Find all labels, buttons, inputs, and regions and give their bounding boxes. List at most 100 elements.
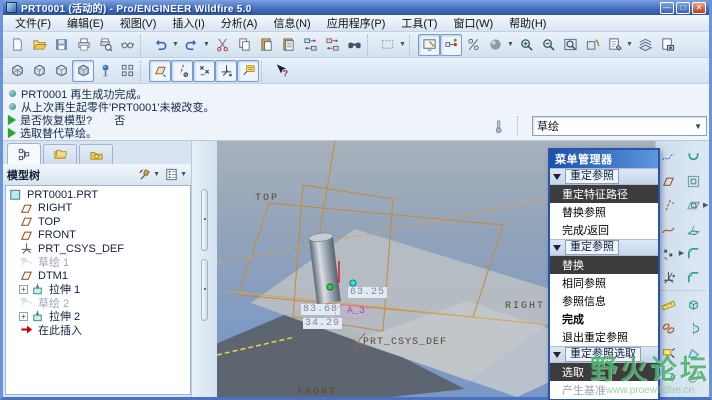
wrap-tool-button[interactable]	[683, 194, 703, 216]
csys-toggle-button[interactable]	[215, 60, 237, 82]
view-manager-button[interactable]	[603, 34, 625, 56]
datum-point-toggle-button[interactable]	[193, 60, 215, 82]
curve-tool-button[interactable]	[659, 218, 679, 240]
context-help-button[interactable]: ?	[270, 60, 292, 82]
link-tool-button[interactable]	[659, 317, 679, 339]
tree-item-front[interactable]: FRONT	[8, 229, 190, 243]
menu-manager-item[interactable]: 退出重定参照	[550, 328, 658, 346]
mode-dropdown[interactable]: 草绘 ▼	[532, 116, 707, 136]
menu-item-0[interactable]: 文件(F)	[7, 14, 59, 32]
shaded-button[interactable]	[72, 60, 94, 82]
refit-button[interactable]	[559, 34, 581, 56]
chevron-down-icon[interactable]: ▼	[506, 41, 515, 48]
menu-manager-item[interactable]: 完成/返回	[550, 221, 658, 239]
tree-item-dtm1[interactable]: DTM1	[8, 269, 190, 283]
view-list-button[interactable]	[656, 34, 678, 56]
menu-manager-item[interactable]: 替换参照	[550, 203, 658, 221]
round-tool-button[interactable]	[684, 242, 704, 264]
favorites-tab[interactable]	[79, 144, 113, 164]
menu-manager-item[interactable]: 选取	[550, 363, 658, 381]
maximize-button[interactable]: □	[676, 2, 690, 14]
chevron-down-icon[interactable]: ▼	[398, 41, 407, 48]
undo-button[interactable]	[149, 34, 171, 56]
menu-item-5[interactable]: 信息(N)	[265, 14, 318, 32]
hole-tool-button[interactable]	[684, 146, 704, 168]
menu-section-header-2[interactable]: 重定参照选取	[550, 346, 658, 363]
open-button[interactable]	[28, 34, 50, 56]
utilities-button[interactable]	[462, 34, 484, 56]
print-preview-button[interactable]	[94, 34, 116, 56]
style-tool-button[interactable]	[659, 146, 679, 168]
tree-item-在此插入[interactable]: 在此插入	[8, 323, 190, 337]
chevron-down-icon[interactable]: ▼	[625, 41, 634, 48]
new-button[interactable]	[6, 34, 28, 56]
tree-item-right[interactable]: RIGHT	[8, 202, 190, 216]
zoom-out-button[interactable]	[537, 34, 559, 56]
menu-manager-item[interactable]: 重定特征路径	[550, 185, 658, 203]
layers-button[interactable]	[634, 34, 656, 56]
glasses-button[interactable]	[116, 34, 138, 56]
render-sphere-button[interactable]	[484, 34, 506, 56]
tree-expander[interactable]: +	[19, 312, 28, 321]
print-button[interactable]	[72, 34, 94, 56]
tree-item-top[interactable]: TOP	[8, 215, 190, 229]
menu-item-1[interactable]: 编辑(E)	[59, 14, 112, 32]
datum-axis-toggle-button[interactable]	[171, 60, 193, 82]
copy-geom-tool-button[interactable]	[659, 365, 679, 387]
axis-label[interactable]: A_3	[347, 306, 365, 317]
cut-button[interactable]	[211, 34, 233, 56]
zoom-in-button[interactable]	[515, 34, 537, 56]
annotate-tool-button[interactable]	[659, 341, 679, 363]
copy-button[interactable]	[233, 34, 255, 56]
hidden-line-button[interactable]	[28, 60, 50, 82]
select-items-button[interactable]	[440, 34, 462, 56]
menu-section-header-0[interactable]: 重定参照	[550, 168, 658, 185]
shell-tool-button[interactable]	[684, 170, 704, 192]
no-hidden-button[interactable]	[50, 60, 72, 82]
close-button[interactable]: ✕	[692, 2, 706, 14]
splitter-handle[interactable]	[201, 259, 208, 321]
csys-tool-button[interactable]	[659, 266, 679, 288]
menu-item-4[interactable]: 分析(A)	[213, 14, 266, 32]
flyout-arrow-icon[interactable]: ▶	[703, 201, 708, 209]
paste-special-button[interactable]	[277, 34, 299, 56]
menu-item-8[interactable]: 窗口(W)	[445, 14, 501, 32]
update-model-button[interactable]	[299, 34, 321, 56]
datum-label-right[interactable]: RIGHT	[505, 301, 545, 312]
datum-plane-tool-button[interactable]	[659, 170, 679, 192]
dimension-value[interactable]: 34.29	[303, 318, 342, 329]
panel-splitter[interactable]	[191, 141, 217, 397]
update-refs-button[interactable]	[321, 34, 343, 56]
tree-expander[interactable]: +	[19, 285, 28, 294]
extrude-tool-button[interactable]	[684, 293, 704, 315]
saved-views-button[interactable]	[94, 60, 116, 82]
menu-manager-item[interactable]: 完成	[550, 310, 658, 328]
reorient-button[interactable]	[581, 34, 603, 56]
menu-item-3[interactable]: 插入(I)	[164, 14, 212, 32]
menu-item-9[interactable]: 帮助(H)	[501, 14, 554, 32]
annotation-toggle-button[interactable]	[237, 60, 259, 82]
chevron-down-icon[interactable]: ▼	[202, 41, 211, 48]
datum-point-tool-button[interactable]	[659, 242, 679, 264]
plane-grid-button[interactable]	[116, 60, 138, 82]
drag-handle-green[interactable]	[327, 284, 333, 290]
menu-manager-item[interactable]: 替换	[550, 256, 658, 274]
tree-item-草绘-1[interactable]: 草绘 1	[8, 256, 190, 270]
paste-button[interactable]	[255, 34, 277, 56]
menu-manager-item[interactable]: 相同参照	[550, 274, 658, 292]
window-activate-button[interactable]	[418, 34, 440, 56]
menu-item-2[interactable]: 视图(V)	[112, 14, 165, 32]
datum-plane-toggle-button[interactable]	[149, 60, 171, 82]
menu-manager-item[interactable]: 参照信息	[550, 292, 658, 310]
dimension-value[interactable]: 63.25	[348, 287, 387, 298]
find-button[interactable]	[343, 34, 365, 56]
menu-section-header-1[interactable]: 重定参照	[550, 239, 658, 256]
tree-item-prt0001-prt[interactable]: PRT0001.PRT	[8, 188, 190, 202]
select-rect-button[interactable]	[376, 34, 398, 56]
model-tree-tab[interactable]	[7, 143, 41, 164]
minimize-button[interactable]: —	[660, 2, 674, 14]
tree-settings-button[interactable]: ▼	[137, 167, 160, 182]
datum-label-top[interactable]: TOP	[255, 193, 279, 204]
sweep-tool-button[interactable]	[684, 365, 704, 387]
thermometer-icon[interactable]	[487, 115, 509, 137]
